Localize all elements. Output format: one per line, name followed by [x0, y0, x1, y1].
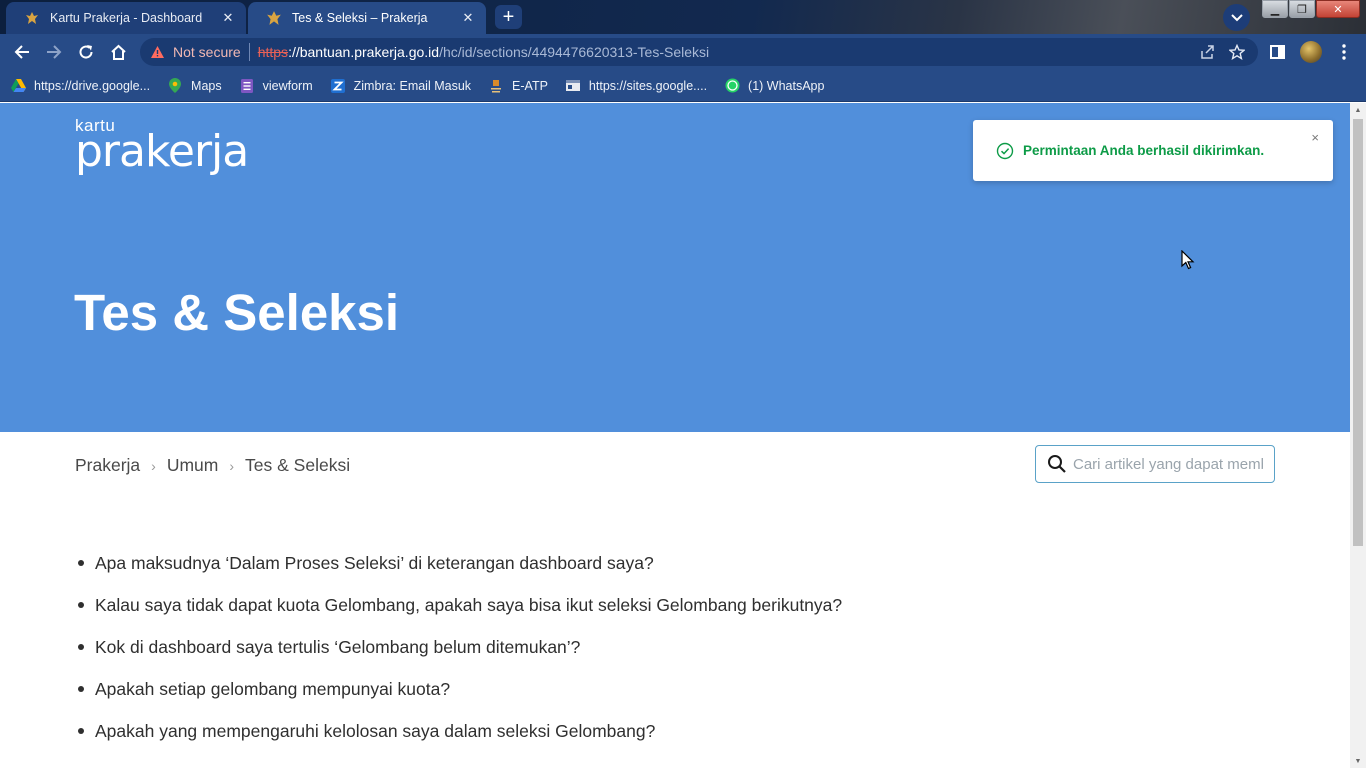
tab-dashboard[interactable]: Kartu Prakerja - Dashboard ✕ — [6, 2, 246, 34]
page-title: Tes & Seleksi — [74, 284, 400, 341]
window-close-button[interactable]: ✕ — [1316, 0, 1360, 18]
article-list: Apa maksudnya ‘Dalam Proses Seleksi’ di … — [77, 549, 842, 759]
page-viewport: kartu prakerja Tes & Seleksi Permintaan … — [0, 103, 1350, 768]
search-icon — [1048, 455, 1066, 473]
bookmark-drive[interactable]: https://drive.google... — [10, 78, 150, 94]
browser-titlebar: Kartu Prakerja - Dashboard ✕ Tes & Selek… — [0, 0, 1366, 34]
side-panel-icon[interactable] — [1261, 38, 1294, 66]
bookmarks-bar: https://drive.google... Maps viewform Zi… — [0, 70, 1366, 102]
warning-icon[interactable] — [150, 45, 165, 59]
garuda-favicon-icon — [266, 10, 282, 26]
bookmark-star-icon[interactable] — [1222, 44, 1252, 60]
article-link[interactable]: Kok di dashboard saya tertulis ‘Gelomban… — [77, 633, 842, 675]
menu-kebab-icon[interactable] — [1327, 38, 1360, 66]
back-button[interactable] — [8, 38, 36, 66]
article-link[interactable]: Apa maksudnya ‘Dalam Proses Seleksi’ di … — [77, 549, 842, 591]
arrow-right-icon — [47, 45, 62, 59]
google-drive-icon — [10, 78, 26, 94]
tab-tes-seleksi[interactable]: Tes & Seleksi – Prakerja ✕ — [248, 2, 486, 34]
reload-button[interactable] — [72, 38, 100, 66]
reload-icon — [79, 45, 93, 59]
bookmark-label: https://sites.google.... — [588, 78, 708, 93]
not-secure-label[interactable]: Not secure — [173, 44, 241, 60]
breadcrumb-tes-seleksi[interactable]: Tes & Seleksi — [245, 455, 350, 476]
prakerja-logo[interactable]: kartu prakerja — [75, 117, 249, 177]
check-circle-icon — [996, 142, 1014, 159]
divider — [248, 43, 250, 61]
article-link[interactable]: Kalau saya tidak dapat kuota Gelombang, … — [77, 591, 842, 633]
bookmark-viewform[interactable]: viewform — [239, 78, 313, 94]
minimize-button[interactable]: ▁ — [1262, 0, 1288, 18]
bookmark-label: E-ATP — [512, 78, 548, 93]
forms-icon — [239, 78, 255, 94]
home-button[interactable] — [104, 38, 132, 66]
breadcrumb-prakerja[interactable]: Prakerja — [75, 455, 140, 476]
bookmark-label: https://drive.google... — [34, 78, 151, 93]
home-icon — [110, 44, 126, 60]
article-link[interactable]: Apakah yang mempengaruhi kelolosan saya … — [77, 717, 842, 759]
bookmark-label: Zimbra: Email Masuk — [353, 78, 472, 93]
scroll-up-icon[interactable]: ▲ — [1350, 103, 1366, 117]
share-icon[interactable] — [1192, 44, 1222, 60]
toast-message: Permintaan Anda berhasil dikirimkan. — [1023, 143, 1265, 158]
scroll-down-icon[interactable]: ▼ — [1350, 754, 1366, 768]
window-controls: ▁ ❐ ✕ — [1261, 0, 1360, 18]
bookmark-label: Maps — [191, 78, 222, 93]
eatp-icon — [488, 78, 504, 94]
bookmark-label: (1) WhatsApp — [748, 78, 825, 93]
tab-title: Kartu Prakerja - Dashboard — [50, 11, 203, 25]
chevron-down-icon — [1230, 13, 1243, 21]
tab-title: Tes & Seleksi – Prakerja — [292, 11, 428, 25]
bookmark-eatp[interactable]: E-ATP — [488, 78, 548, 94]
tab-search-button[interactable] — [1223, 4, 1250, 31]
url-scheme: https — [257, 44, 289, 60]
arrow-left-icon — [14, 45, 29, 59]
close-icon[interactable]: ✕ — [220, 10, 236, 26]
breadcrumb: Prakerja › Umum › Tes & Seleksi — [75, 455, 350, 476]
forward-button[interactable] — [40, 38, 68, 66]
browser-toolbar: Not secure https://bantuan.prakerja.go.i… — [0, 34, 1366, 70]
close-icon[interactable]: ✕ — [460, 10, 476, 26]
address-bar[interactable]: Not secure https://bantuan.prakerja.go.i… — [140, 38, 1258, 66]
hero-banner: kartu prakerja Tes & Seleksi Permintaan … — [0, 103, 1350, 432]
article-link[interactable]: Apakah setiap gelombang mempunyai kuota? — [77, 675, 842, 717]
search-box[interactable] — [1035, 445, 1275, 483]
url-host: ://bantuan.prakerja.go.id — [288, 44, 440, 60]
success-toast: Permintaan Anda berhasil dikirimkan. × — [973, 120, 1333, 181]
breadcrumb-umum[interactable]: Umum — [167, 455, 219, 476]
zimbra-icon — [330, 78, 346, 94]
chevron-right-icon: › — [151, 457, 156, 474]
mouse-cursor-icon — [1181, 250, 1195, 270]
maximize-button[interactable]: ❐ — [1289, 0, 1315, 18]
chevron-right-icon: › — [229, 457, 235, 474]
close-icon[interactable]: × — [1311, 130, 1319, 145]
url-path: /hc/id/sections/4494476620313-Tes-Seleks… — [439, 44, 710, 60]
logo-big-text: prakerja — [75, 126, 249, 177]
profile-avatar[interactable] — [1294, 38, 1327, 66]
bookmark-zimbra[interactable]: Zimbra: Email Masuk — [330, 78, 471, 94]
page-scrollbar[interactable]: ▲ ▼ — [1350, 103, 1366, 768]
search-input[interactable] — [1073, 455, 1263, 473]
garuda-favicon-icon — [24, 10, 40, 26]
new-tab-button[interactable]: + — [495, 5, 522, 29]
bookmark-whatsapp[interactable]: (1) WhatsApp — [724, 78, 824, 94]
bookmark-sites[interactable]: https://sites.google.... — [565, 78, 707, 94]
bookmark-label: viewform — [262, 78, 313, 93]
whatsapp-icon — [724, 78, 740, 94]
maps-pin-icon — [167, 78, 183, 94]
sites-icon — [565, 78, 581, 94]
bookmark-maps[interactable]: Maps — [167, 78, 222, 94]
scrollbar-thumb[interactable] — [1353, 119, 1363, 546]
avatar — [1299, 41, 1322, 63]
